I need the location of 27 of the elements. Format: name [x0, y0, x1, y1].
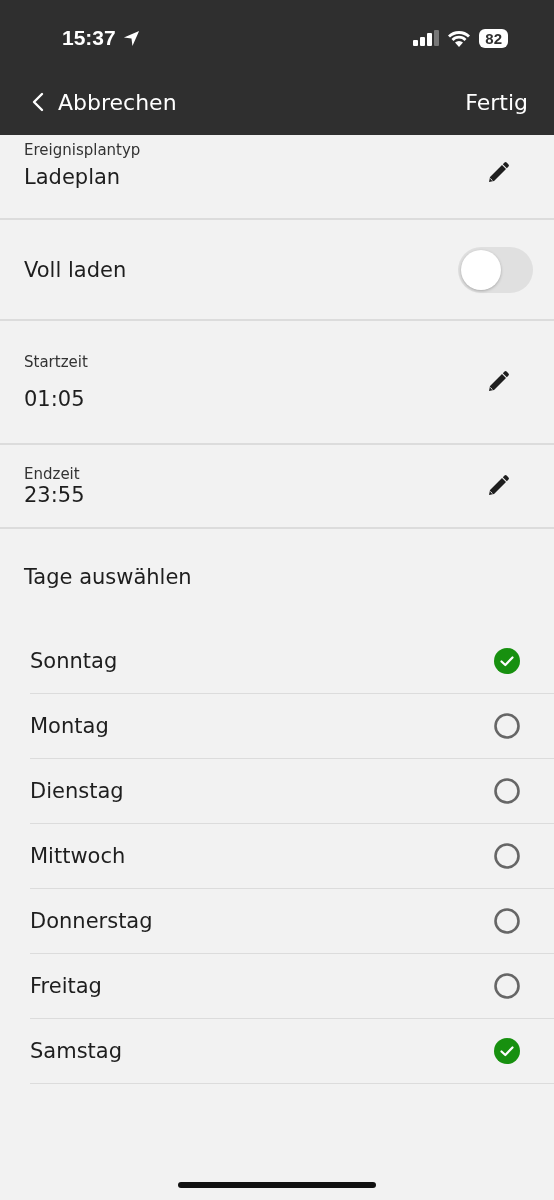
- back-button[interactable]: Abbrechen: [32, 89, 177, 115]
- day-option[interactable]: Donnerstag: [30, 889, 554, 954]
- pencil-icon[interactable]: [486, 370, 510, 394]
- signal-icon: [413, 30, 440, 46]
- pencil-icon[interactable]: [486, 474, 510, 498]
- wifi-icon: [447, 29, 472, 47]
- field-label: Endzeit: [24, 465, 81, 483]
- day-option[interactable]: Dienstag: [30, 759, 554, 824]
- full-charge-switch[interactable]: [458, 246, 533, 293]
- day-option[interactable]: Freitag: [30, 954, 554, 1019]
- battery-indicator: 82: [479, 28, 508, 48]
- pencil-icon[interactable]: [486, 161, 510, 185]
- field-value: 23:55: [24, 483, 85, 507]
- field-value: 01:05: [24, 387, 86, 411]
- section-heading: Tage auswählen: [23, 564, 193, 591]
- day-option[interactable]: Montag: [30, 694, 554, 759]
- status-time: 15:37: [62, 26, 116, 50]
- location-arrow-icon: [121, 28, 141, 48]
- field-label: Ereignisplantyp: [24, 141, 141, 159]
- day-option[interactable]: Samstag: [30, 1019, 554, 1084]
- done-button[interactable]: Fertig: [465, 89, 528, 115]
- day-option[interactable]: Sonntag: [30, 629, 554, 694]
- toggle-label: Voll laden: [24, 257, 127, 282]
- field-value: Ladeplan: [24, 165, 122, 189]
- field-label: Startzeit: [24, 353, 88, 371]
- day-option[interactable]: Mittwoch: [30, 824, 554, 889]
- chevron-left-icon: [32, 92, 44, 112]
